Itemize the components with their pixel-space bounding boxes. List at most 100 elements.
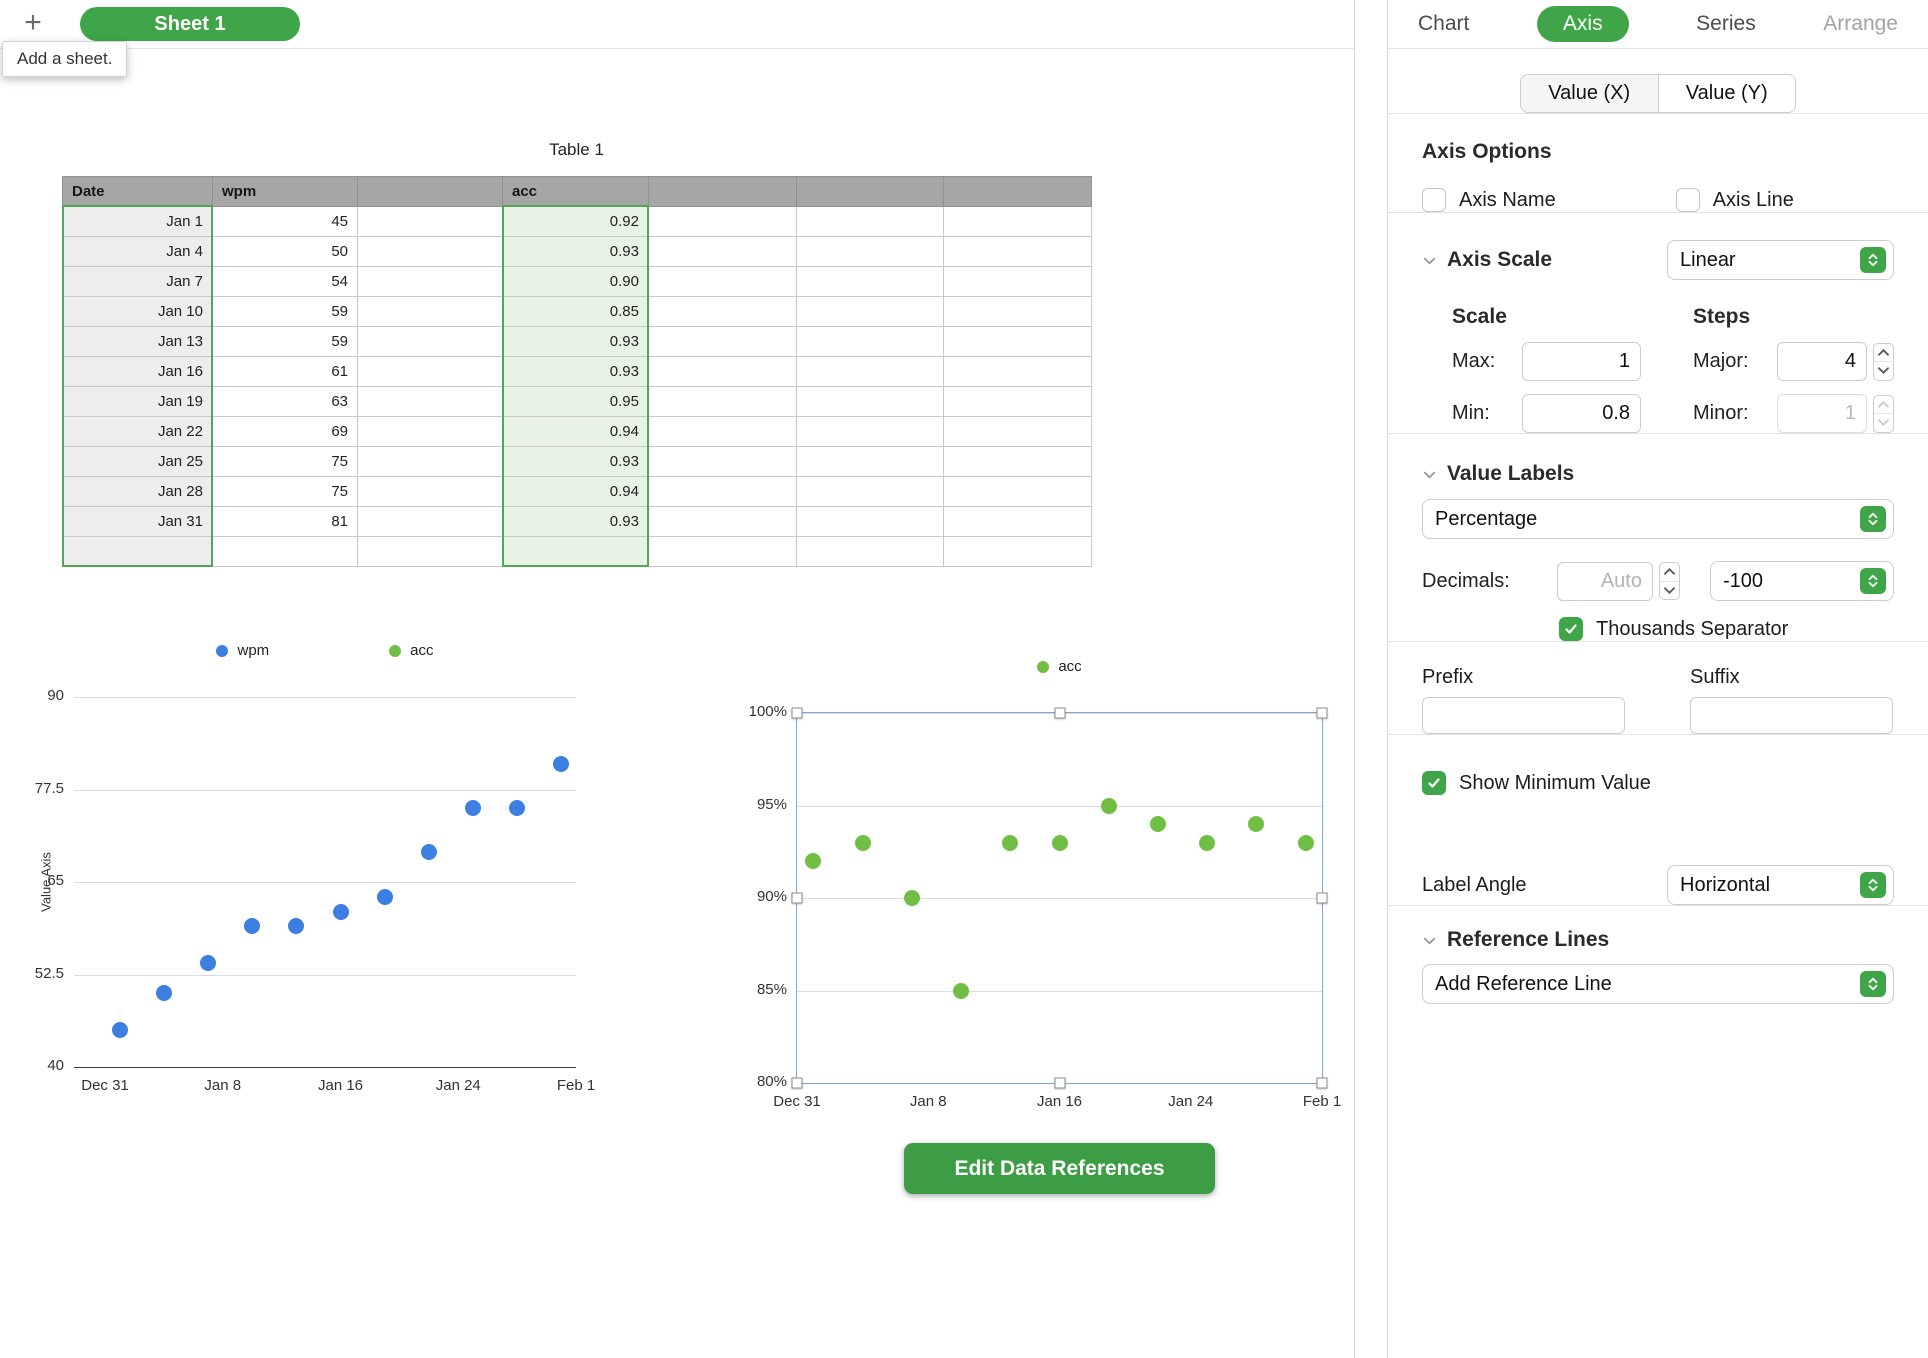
- acc-scatter-chart[interactable]: acc 100%95%90%85%80%Dec 31Jan 8Jan 16Jan…: [797, 713, 1322, 1083]
- reference-lines-disclosure[interactable]: Reference Lines: [1422, 928, 1609, 952]
- cell[interactable]: [649, 267, 797, 297]
- acc-data-point[interactable]: [1101, 798, 1117, 814]
- cell[interactable]: [358, 297, 503, 327]
- cell[interactable]: [797, 417, 944, 447]
- acc-data-point[interactable]: [805, 853, 821, 869]
- cell[interactable]: [649, 507, 797, 537]
- cell[interactable]: [797, 207, 944, 237]
- cell[interactable]: [649, 237, 797, 267]
- legend-item-wpm[interactable]: wpm: [216, 642, 269, 659]
- stepper-down-icon[interactable]: [1874, 362, 1893, 380]
- cell[interactable]: 61: [213, 357, 358, 387]
- cell[interactable]: [944, 327, 1092, 357]
- legend-item-acc[interactable]: acc: [1037, 658, 1081, 675]
- cell[interactable]: [797, 357, 944, 387]
- edit-data-references-button[interactable]: Edit Data References: [904, 1143, 1215, 1194]
- acc-data-point[interactable]: [1150, 816, 1166, 832]
- column-header[interactable]: wpm: [213, 177, 358, 207]
- cell[interactable]: [358, 507, 503, 537]
- column-header[interactable]: acc: [503, 177, 649, 207]
- cell[interactable]: 54: [213, 267, 358, 297]
- prefix-field[interactable]: [1422, 697, 1625, 734]
- cell[interactable]: [649, 387, 797, 417]
- cell[interactable]: [649, 297, 797, 327]
- cell[interactable]: [649, 477, 797, 507]
- axis-line-checkbox[interactable]: [1676, 188, 1700, 212]
- cell[interactable]: Jan 4: [63, 237, 213, 267]
- cell[interactable]: [358, 477, 503, 507]
- tab-arrange[interactable]: Arrange: [1823, 12, 1898, 36]
- cell[interactable]: Jan 10: [63, 297, 213, 327]
- cell[interactable]: [358, 357, 503, 387]
- cell[interactable]: [649, 537, 797, 567]
- decimals-stepper[interactable]: [1659, 562, 1680, 600]
- thousands-separator-checkbox[interactable]: [1559, 617, 1583, 641]
- cell[interactable]: [797, 447, 944, 477]
- wpm-data-point[interactable]: [377, 889, 393, 905]
- axis-name-option[interactable]: Axis Name: [1422, 188, 1556, 212]
- wpm-data-point[interactable]: [421, 844, 437, 860]
- cell[interactable]: Jan 31: [63, 507, 213, 537]
- cell[interactable]: [358, 387, 503, 417]
- thousands-separator-option[interactable]: Thousands Separator: [1559, 617, 1788, 641]
- cell[interactable]: 0.93: [503, 447, 649, 477]
- acc-data-point[interactable]: [1248, 816, 1264, 832]
- wpm-data-point[interactable]: [156, 985, 172, 1001]
- cell[interactable]: 50: [213, 237, 358, 267]
- axis-name-checkbox[interactable]: [1422, 188, 1446, 212]
- column-header[interactable]: Date: [63, 177, 213, 207]
- value-label-format-dropdown[interactable]: Percentage: [1422, 499, 1894, 539]
- cell[interactable]: [797, 327, 944, 357]
- value-labels-disclosure[interactable]: Value Labels: [1422, 462, 1574, 486]
- cell[interactable]: Jan 28: [63, 477, 213, 507]
- column-header[interactable]: [649, 177, 797, 207]
- cell[interactable]: [797, 387, 944, 417]
- legend-item-acc[interactable]: acc: [389, 642, 433, 659]
- cell[interactable]: 45: [213, 207, 358, 237]
- cell[interactable]: 0.93: [503, 357, 649, 387]
- cell[interactable]: [503, 537, 649, 567]
- cell[interactable]: 75: [213, 477, 358, 507]
- cell[interactable]: 0.85: [503, 297, 649, 327]
- cell[interactable]: [944, 477, 1092, 507]
- segment-value-x[interactable]: Value (X): [1521, 75, 1658, 112]
- wpm-data-point[interactable]: [333, 904, 349, 920]
- axis-scale-dropdown[interactable]: Linear: [1667, 240, 1894, 280]
- show-minimum-checkbox[interactable]: [1422, 771, 1446, 795]
- wpm-data-point[interactable]: [288, 918, 304, 934]
- cell[interactable]: [944, 447, 1092, 477]
- column-header[interactable]: [797, 177, 944, 207]
- tab-chart[interactable]: Chart: [1418, 12, 1469, 36]
- cell[interactable]: [649, 207, 797, 237]
- cell[interactable]: [649, 327, 797, 357]
- acc-data-point[interactable]: [1199, 835, 1215, 851]
- major-stepper[interactable]: [1873, 343, 1894, 381]
- label-angle-dropdown[interactable]: Horizontal: [1667, 865, 1894, 905]
- column-header[interactable]: [944, 177, 1092, 207]
- negative-format-dropdown[interactable]: -100: [1710, 561, 1894, 601]
- major-field[interactable]: 4: [1777, 342, 1867, 381]
- cell[interactable]: 81: [213, 507, 358, 537]
- wpm-data-point[interactable]: [465, 800, 481, 816]
- sheet-tab[interactable]: Sheet 1: [80, 7, 300, 41]
- cell[interactable]: [944, 237, 1092, 267]
- cell[interactable]: [358, 537, 503, 567]
- cell[interactable]: 69: [213, 417, 358, 447]
- cell[interactable]: [797, 267, 944, 297]
- cell[interactable]: [797, 477, 944, 507]
- cell[interactable]: Jan 16: [63, 357, 213, 387]
- cell[interactable]: [797, 537, 944, 567]
- stepper-up-icon[interactable]: [1660, 563, 1679, 582]
- cell[interactable]: [358, 447, 503, 477]
- cell[interactable]: 0.95: [503, 387, 649, 417]
- cell[interactable]: [797, 507, 944, 537]
- cell[interactable]: [797, 237, 944, 267]
- acc-data-point[interactable]: [953, 983, 969, 999]
- cell[interactable]: 0.90: [503, 267, 649, 297]
- cell[interactable]: [358, 267, 503, 297]
- cell[interactable]: 0.93: [503, 237, 649, 267]
- axis-line-option[interactable]: Axis Line: [1676, 188, 1794, 212]
- cell[interactable]: Jan 22: [63, 417, 213, 447]
- cell[interactable]: 0.93: [503, 327, 649, 357]
- add-reference-line-dropdown[interactable]: Add Reference Line: [1422, 964, 1894, 1004]
